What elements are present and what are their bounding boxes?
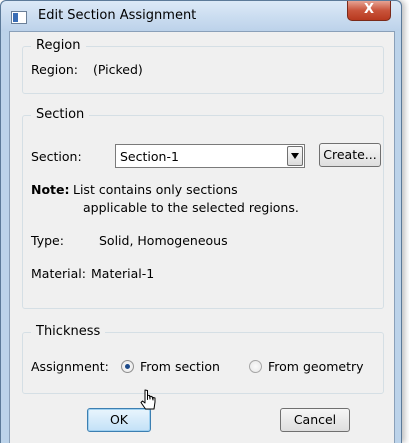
create-section-button[interactable]: Create... bbox=[319, 143, 381, 167]
dialog-body: Region Region: (Picked) Section Section:… bbox=[9, 31, 395, 443]
section-select[interactable]: Section-1 bbox=[115, 144, 305, 168]
thickness-group: Thickness Assignment: From section From … bbox=[22, 324, 384, 394]
chevron-down-icon[interactable] bbox=[287, 146, 303, 166]
mouse-pointer-icon bbox=[140, 389, 156, 410]
from-geometry-radio[interactable] bbox=[249, 360, 262, 373]
type-value: Solid, Homogeneous bbox=[99, 233, 228, 248]
close-button[interactable]: X bbox=[347, 1, 391, 21]
window-title: Edit Section Assignment bbox=[38, 8, 197, 23]
region-label: Region: bbox=[31, 62, 79, 77]
thickness-group-title: Thickness bbox=[31, 324, 106, 339]
section-select-value: Section-1 bbox=[120, 149, 179, 164]
region-value: (Picked) bbox=[93, 62, 143, 77]
assignment-label: Assignment: bbox=[31, 359, 109, 374]
note-label: Note: bbox=[31, 182, 70, 197]
window-icon bbox=[11, 11, 27, 24]
note-line-2: applicable to the selected regions. bbox=[83, 200, 299, 215]
title-bar[interactable]: Edit Section Assignment X bbox=[1, 1, 401, 31]
type-label: Type: bbox=[31, 233, 64, 248]
edit-section-assignment-dialog: Edit Section Assignment X Region Region:… bbox=[0, 0, 402, 443]
from-section-radio[interactable] bbox=[121, 360, 134, 373]
from-geometry-label[interactable]: From geometry bbox=[268, 359, 364, 374]
region-group: Region Region: (Picked) bbox=[22, 38, 384, 94]
cancel-button[interactable]: Cancel bbox=[280, 408, 350, 432]
section-label: Section: bbox=[31, 149, 82, 164]
note-line-1: List contains only sections bbox=[73, 182, 238, 197]
material-value: Material-1 bbox=[91, 266, 155, 281]
from-section-label[interactable]: From section bbox=[140, 359, 220, 374]
section-group-title: Section bbox=[31, 107, 90, 122]
region-group-title: Region bbox=[31, 38, 86, 53]
material-label: Material: bbox=[31, 266, 86, 281]
section-group: Section Section: Section-1 Create... Not… bbox=[22, 107, 384, 309]
